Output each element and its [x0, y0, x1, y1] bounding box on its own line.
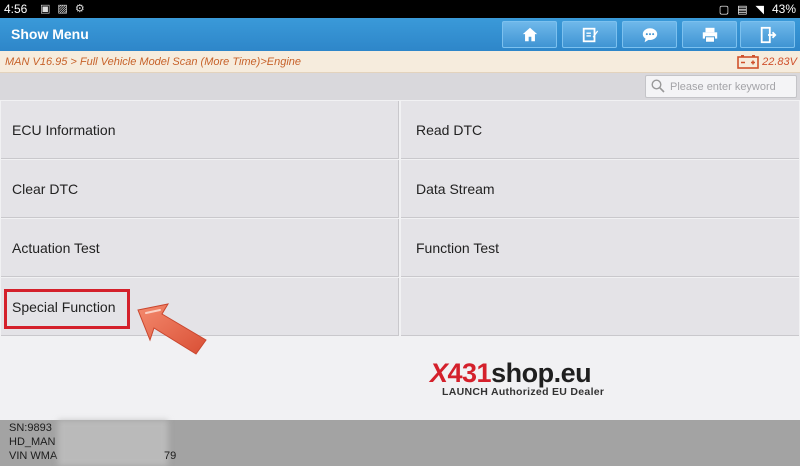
- settings-icon: ⚙: [74, 3, 85, 15]
- vin-suffix: 79: [164, 450, 177, 462]
- photo-icon: ▨: [57, 3, 68, 15]
- menu-item-label: ECU Information: [12, 122, 116, 138]
- exit-icon: [760, 26, 776, 43]
- edit-report-icon: [582, 27, 598, 42]
- report-button[interactable]: [562, 21, 617, 48]
- watermark-logo: X431shop.eu LAUNCH Authorized EU Dealer: [430, 358, 605, 398]
- function-menu: ECU Information Read DTC Clear DTC Data …: [0, 100, 800, 420]
- printer-icon: [702, 27, 717, 43]
- notification-icon: ▣: [40, 3, 51, 15]
- wifi-icon: ◥: [755, 3, 764, 16]
- feedback-button[interactable]: [622, 21, 677, 48]
- battery-level: 43%: [771, 2, 796, 16]
- search-icon: [651, 79, 665, 93]
- menu-item-data-stream[interactable]: Data Stream: [401, 160, 799, 218]
- highlight-box: [4, 289, 130, 329]
- breadcrumb: MAN V16.95 > Full Vehicle Model Scan (Mo…: [5, 56, 302, 68]
- search-input[interactable]: [670, 78, 794, 95]
- menu-item-function-test[interactable]: Function Test: [401, 219, 799, 277]
- menu-item-label: Function Test: [416, 240, 500, 256]
- menu-item-label: Read DTC: [416, 122, 483, 138]
- menu-item-read-dtc[interactable]: Read DTC: [401, 101, 799, 159]
- menu-item-label: Actuation Test: [12, 240, 100, 256]
- menu-item-actuation-test[interactable]: Actuation Test: [1, 219, 399, 277]
- exit-button[interactable]: [740, 21, 795, 48]
- vehicle-info-footer: SN:9893 HD_MAN VIN WMA 79: [0, 420, 800, 466]
- car-battery-icon: [737, 55, 759, 69]
- screen-icon: ▢: [718, 3, 730, 16]
- title-bar: Show Menu: [0, 18, 800, 51]
- cast-icon: ▤: [737, 3, 748, 16]
- redaction-blur: [58, 420, 168, 466]
- status-bar: 4:56 ▣ ▨ ⚙ ▢ ▤ ◥ 43%: [0, 0, 800, 18]
- menu-item-empty: [401, 278, 799, 336]
- serial-number: SN:9893: [9, 422, 52, 434]
- print-button[interactable]: [682, 21, 737, 48]
- clock: 4:56: [4, 2, 28, 16]
- search-box[interactable]: [645, 75, 797, 98]
- voltage-value: 22.83V: [762, 55, 797, 68]
- breadcrumb-bar: MAN V16.95 > Full Vehicle Model Scan (Mo…: [0, 51, 800, 73]
- menu-item-clear-dtc[interactable]: Clear DTC: [1, 160, 399, 218]
- battery-voltage: 22.83V: [737, 54, 797, 69]
- search-row: [0, 73, 800, 100]
- chat-bubble-icon: [642, 27, 657, 42]
- home-icon: [522, 27, 537, 41]
- vehicle-model: HD_MAN: [9, 436, 56, 448]
- page-title: Show Menu: [11, 26, 89, 42]
- menu-item-label: Data Stream: [416, 181, 495, 197]
- watermark-subtitle: LAUNCH Authorized EU Dealer: [442, 386, 605, 398]
- home-button[interactable]: [502, 21, 557, 48]
- menu-item-ecu-information[interactable]: ECU Information: [1, 101, 399, 159]
- menu-item-label: Clear DTC: [12, 181, 79, 197]
- pointer-arrow-icon: [137, 303, 207, 355]
- vin-prefix: VIN WMA: [9, 450, 58, 462]
